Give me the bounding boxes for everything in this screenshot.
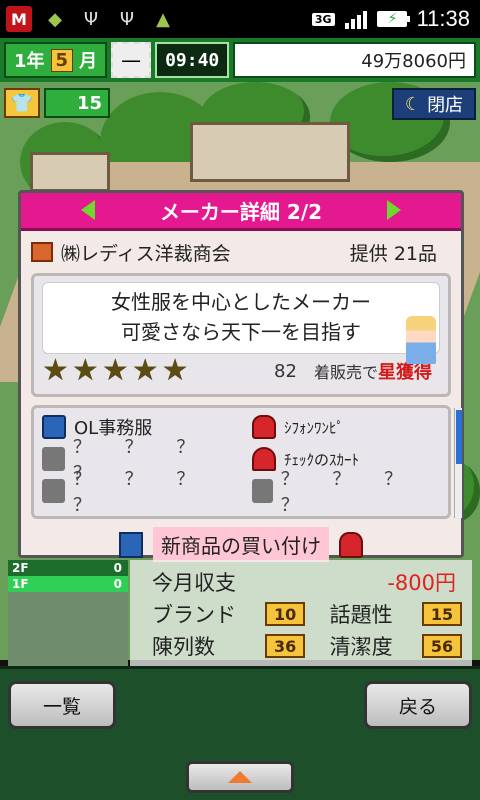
game-top-bar: 1年 5 月 — 09:40 49万8060円 xyxy=(0,38,480,82)
star-icon: ★ xyxy=(101,353,129,388)
date-display: 1年 5 月 xyxy=(4,42,108,78)
item-label: ？ ？ ？ ？ xyxy=(280,469,417,516)
maker-row: ㈱レディス洋裁商会 提供 21品 xyxy=(31,237,451,267)
store-wall xyxy=(190,122,350,182)
display-row: 陳列数 36 清潔度 56 xyxy=(152,630,462,662)
year-label: 1年 xyxy=(14,51,45,72)
shirt-icon[interactable]: 👕 xyxy=(4,88,40,118)
android-icon: ▲ xyxy=(156,8,170,30)
money-display: 49万8060円 xyxy=(233,42,476,78)
skirt-icon xyxy=(252,447,276,471)
mcafee-icon: M xyxy=(6,6,32,32)
expand-menu-button[interactable] xyxy=(186,761,294,793)
stats-box: 今月収支 -800円 ブランド 10 話題性 15 陳列数 36 清潔度 56 xyxy=(130,560,472,666)
popularity-number: 82 xyxy=(274,361,297,382)
star-icon: ★ xyxy=(131,353,159,388)
battery-icon: ⚡ xyxy=(376,11,410,27)
game-time: 09:40 xyxy=(155,42,230,78)
scrollbar-thumb[interactable] xyxy=(456,410,462,464)
buy-new-items-button[interactable]: 新商品の買い付け xyxy=(153,527,329,562)
unknown-icon xyxy=(42,447,65,471)
display-value: 36 xyxy=(265,634,306,658)
brand-label: ブランド xyxy=(152,603,236,627)
unknown-icon xyxy=(42,479,65,503)
dialog-title-bar: メーカー詳細 2/2 xyxy=(21,193,461,231)
status-bar: M ◆ Ψ Ψ ▲ 3G ⚡ 11:38 xyxy=(0,0,480,38)
bottom-bar: 一覧 戻る xyxy=(0,666,480,800)
staff-count: 15 xyxy=(44,88,110,118)
item-chiffon-dress[interactable]: ｼﾌｫﾝﾜﾝﾋﾟ xyxy=(252,414,442,440)
notification-icons: M ◆ Ψ Ψ ▲ xyxy=(0,6,176,32)
blazer-icon xyxy=(42,415,66,439)
prev-page-arrow-icon[interactable] xyxy=(81,200,95,220)
list-button[interactable]: 一覧 xyxy=(8,681,116,729)
display-label: 陳列数 xyxy=(152,635,215,659)
popularity-rank: 星獲得 xyxy=(378,362,433,383)
maker-description-box: 女性服を中心としたメーカー 可愛さなら天下一を目指す ★ ★ ★ ★ ★ 82 … xyxy=(31,273,451,397)
brand-row: ブランド 10 話題性 15 xyxy=(152,598,462,630)
rating-stars: ★ ★ ★ ★ ★ xyxy=(42,356,189,386)
item-label: ｼﾌｫﾝﾜﾝﾋﾟ xyxy=(284,418,345,437)
topic-label: 話題性 xyxy=(329,603,393,627)
maker-mascot-icon xyxy=(406,316,436,364)
speed-toggle-icon[interactable]: — xyxy=(111,42,152,78)
clean-value: 56 xyxy=(422,634,462,658)
maker-name: ㈱レディス洋裁商会 xyxy=(61,242,231,265)
item-grid: OL事務服 ｼﾌｫﾝﾜﾝﾋﾟ ？ ？ ？ ？ ﾁｪｯｸのｽｶｰﾄ ？ ？ ？ ？ xyxy=(42,414,442,516)
maker-description: 女性服を中心としたメーカー 可愛さなら天下一を目指す xyxy=(42,282,440,354)
floor-selector: 2F 0 1F 0 xyxy=(8,560,128,666)
next-page-arrow-icon[interactable] xyxy=(387,200,401,220)
item-list-box: OL事務服 ｼﾌｫﾝﾜﾝﾋﾟ ？ ？ ？ ？ ﾁｪｯｸのｽｶｰﾄ ？ ？ ？ ？ xyxy=(31,405,462,519)
system-icons: 3G ⚡ 11:38 xyxy=(311,6,480,32)
dialog-title: メーカー詳細 2/2 xyxy=(159,200,323,224)
android-debug-icon: ◆ xyxy=(48,8,62,30)
item-label: ？ ？ ？ ？ xyxy=(72,469,209,516)
income-row: 今月収支 -800円 xyxy=(152,566,462,598)
usb-storage-icon: Ψ xyxy=(119,8,135,30)
month-suffix: 月 xyxy=(79,51,98,72)
dress-icon xyxy=(339,531,363,558)
offer-count: 提供 21品 xyxy=(349,242,437,265)
store-status-label: 閉店 xyxy=(427,95,464,116)
topic-value: 15 xyxy=(422,602,462,626)
network-type: 3G xyxy=(311,12,335,26)
clock: 11:38 xyxy=(416,6,470,31)
buy-row: 新商品の買い付け xyxy=(31,527,451,562)
back-button[interactable]: 戻る xyxy=(364,681,472,729)
star-icon: ★ xyxy=(42,353,69,388)
moon-icon: ☾ xyxy=(404,93,422,115)
clean-label: 清潔度 xyxy=(329,635,393,659)
floor-2-label: 2F xyxy=(12,561,29,575)
description-line-1: 女性服を中心としたメーカー xyxy=(111,290,371,314)
description-line-2: 可愛さなら天下一を目指す xyxy=(121,320,361,344)
up-arrow-icon xyxy=(228,771,252,783)
dialog-body: ㈱レディス洋裁商会 提供 21品 女性服を中心としたメーカー 可愛さなら天下一を… xyxy=(21,231,462,562)
blazer-icon xyxy=(119,531,143,558)
floor-2-count: 0 xyxy=(113,561,122,575)
income-label: 今月収支 xyxy=(152,571,236,595)
store-wall xyxy=(30,152,110,192)
item-unknown[interactable]: ？ ？ ？ ？ xyxy=(42,469,252,516)
floor-1-count: 0 xyxy=(113,577,122,591)
star-icon: ★ xyxy=(71,353,99,388)
store-status-panel: 2F 0 1F 0 今月収支 -800円 ブランド 10 話題性 15 陳列数 36… xyxy=(0,560,480,666)
brand-value: 10 xyxy=(265,602,306,626)
income-value: -800円 xyxy=(387,571,456,595)
dress-icon xyxy=(252,415,276,439)
signal-icon xyxy=(344,9,367,29)
star-icon: ★ xyxy=(161,353,189,388)
maker-detail-dialog: メーカー詳細 2/2 ㈱レディス洋裁商会 提供 21品 女性服を中心としたメーカ… xyxy=(18,190,464,562)
floor-2[interactable]: 2F 0 xyxy=(8,560,128,576)
popularity-label: 着販売で xyxy=(314,363,379,382)
item-unknown[interactable]: ？ ？ ？ ？ xyxy=(252,469,442,516)
store-status-badge[interactable]: ☾ 閉店 xyxy=(392,88,476,120)
month-number: 5 xyxy=(50,48,74,72)
floor-1[interactable]: 1F 0 xyxy=(8,576,128,592)
item-list-scrollbar[interactable] xyxy=(454,408,462,518)
unknown-icon xyxy=(252,479,273,503)
factory-icon xyxy=(31,242,53,262)
usb-icon: Ψ xyxy=(83,8,99,30)
staff-hud: 👕 15 xyxy=(4,88,110,118)
floor-1-label: 1F xyxy=(12,577,29,591)
